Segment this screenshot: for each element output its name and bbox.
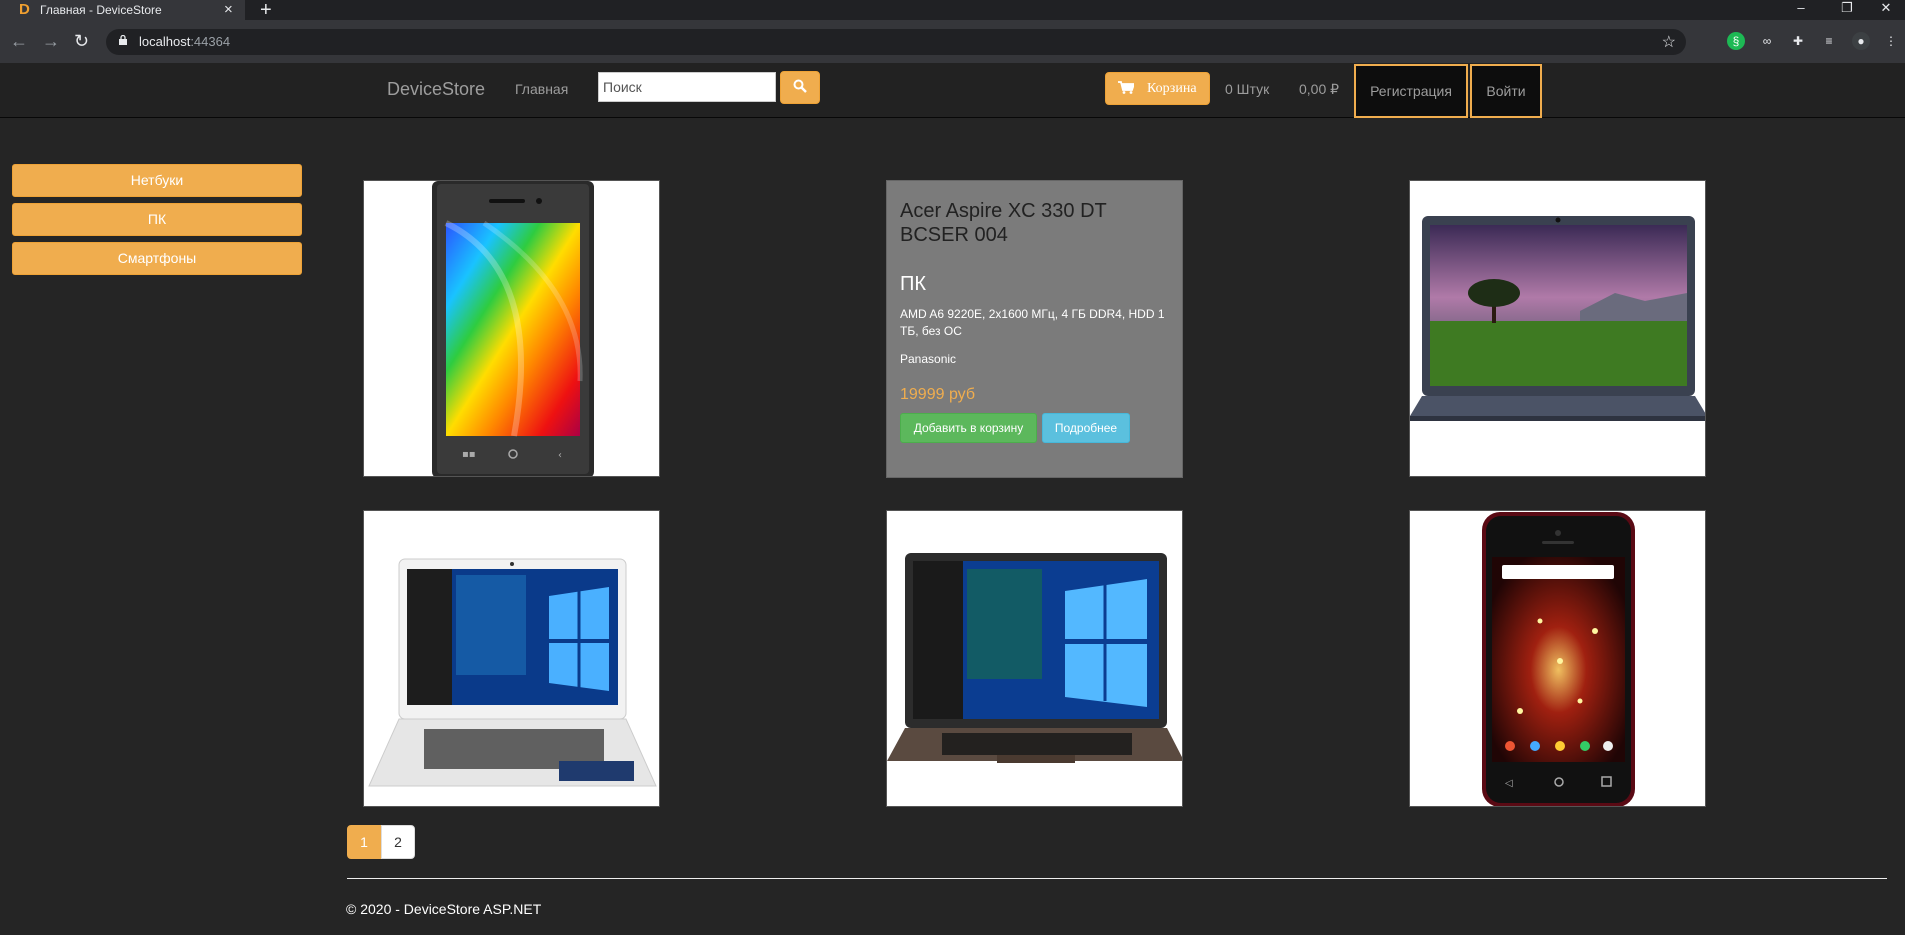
close-tab-icon[interactable]: ×: [224, 1, 233, 18]
extensions-puzzle-icon[interactable]: ✚: [1789, 32, 1807, 50]
cart-total: 0,00 ₽: [1299, 81, 1340, 97]
login-button[interactable]: Войти: [1470, 64, 1542, 118]
svg-text:▪▪: ▪▪: [462, 449, 476, 460]
smartphone-rainbow-image: ▪▪ ‹: [432, 181, 594, 476]
search-button[interactable]: [780, 71, 820, 104]
red-smartphone-image: ◁: [1482, 512, 1635, 806]
browser-tab-strip: D Главная - DeviceStore × + – ❐ ✕: [0, 0, 1905, 20]
reload-icon[interactable]: ↻: [74, 32, 89, 50]
brand-logo[interactable]: DeviceStore: [387, 79, 485, 100]
forward-icon[interactable]: →: [42, 32, 60, 50]
category-smartphones-button[interactable]: Смартфоны: [12, 242, 302, 275]
product-card-image[interactable]: ◁: [1409, 510, 1706, 807]
footer-divider: [347, 878, 1887, 879]
product-brand: Panasonic: [900, 352, 957, 366]
category-pc-button[interactable]: ПК: [12, 203, 302, 236]
browser-menu-icon[interactable]: ⋮: [1882, 32, 1900, 50]
page-2-button[interactable]: 2: [381, 825, 415, 859]
laptop-landscape-image: [1410, 216, 1705, 421]
product-card-details: Acer Aspire XC 330 DT BCSER 004 ПК AMD A…: [886, 180, 1183, 478]
nav-home-link[interactable]: Главная: [515, 81, 568, 97]
extension-glasses-icon[interactable]: ∞: [1758, 32, 1776, 50]
white-laptop-windows-image: [368, 558, 657, 787]
tab-title: Главная - DeviceStore: [40, 3, 162, 17]
svg-text:‹: ‹: [558, 450, 562, 461]
favicon-icon: D: [19, 1, 30, 18]
minimize-icon[interactable]: –: [1781, 0, 1821, 20]
search-input[interactable]: [598, 72, 776, 102]
svg-text:◁: ◁: [1505, 778, 1513, 789]
address-bar[interactable]: localhost:44364 ☆: [106, 29, 1686, 55]
product-card-image[interactable]: [886, 510, 1183, 807]
url-text: localhost:44364: [139, 34, 231, 49]
extension-green-icon[interactable]: §: [1727, 32, 1745, 50]
page-1-button[interactable]: 1: [347, 825, 381, 859]
details-button[interactable]: Подробнее: [1042, 413, 1130, 443]
product-description: AMD A6 9220E, 2x1600 МГц, 4 ГБ DDR4, HDD…: [900, 307, 1165, 338]
back-icon[interactable]: ←: [10, 32, 28, 50]
product-card-image[interactable]: [1409, 180, 1706, 477]
cart-item-count: 0 Штук: [1225, 81, 1270, 97]
lock-icon: [119, 35, 127, 45]
browser-tab[interactable]: D Главная - DeviceStore ×: [0, 0, 245, 20]
site-navbar: DeviceStore Главная Корзина 0 Штук 0,00 …: [0, 63, 1905, 118]
product-card-image[interactable]: [363, 510, 660, 807]
shopping-cart-icon: [1118, 81, 1134, 94]
product-category: ПК: [900, 273, 927, 295]
profile-avatar[interactable]: ●: [1852, 32, 1870, 50]
search-icon: [793, 79, 807, 93]
register-button[interactable]: Регистрация: [1354, 64, 1468, 118]
new-tab-icon[interactable]: +: [260, 0, 272, 20]
browser-toolbar: ← → ↻ localhost:44364 ☆ § ∞ ✚ ≡ ● ⋮: [0, 20, 1905, 63]
window-close-icon[interactable]: ✕: [1866, 0, 1905, 20]
product-name[interactable]: Acer Aspire XC 330 DT BCSER 004: [900, 199, 1175, 247]
footer-text: © 2020 - DeviceStore ASP.NET: [346, 901, 542, 917]
page: D Главная - DeviceStore × + – ❐ ✕ ← → ↻ …: [0, 0, 1905, 935]
cart-button[interactable]: Корзина: [1105, 72, 1210, 105]
add-to-cart-button[interactable]: Добавить в корзину: [900, 413, 1037, 443]
cart-label: Корзина: [1147, 81, 1197, 96]
dark-laptop-windows-image: [887, 553, 1182, 763]
product-price: 19999 руб: [900, 386, 975, 403]
bookmark-star-icon[interactable]: ☆: [1662, 32, 1676, 52]
media-playlist-icon[interactable]: ≡: [1820, 32, 1838, 50]
restore-icon[interactable]: ❐: [1827, 0, 1867, 20]
category-netbooks-button[interactable]: Нетбуки: [12, 164, 302, 197]
product-card-image[interactable]: ▪▪ ‹: [363, 180, 660, 477]
